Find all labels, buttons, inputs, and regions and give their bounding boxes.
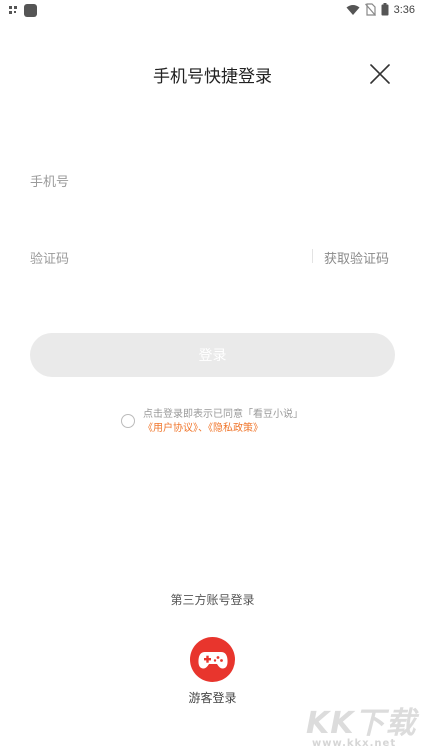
agreement-checkbox[interactable]	[121, 414, 135, 428]
agreement-separator: 、	[198, 423, 208, 434]
app-icon	[24, 4, 37, 17]
status-right: 3:36	[346, 3, 415, 16]
status-left	[9, 4, 37, 17]
battery-icon	[381, 3, 389, 16]
agreement-links: 《用户协议》、《隐私政策》	[143, 422, 263, 436]
close-icon	[370, 64, 390, 84]
wifi-icon	[346, 4, 360, 15]
gamepad-icon	[197, 651, 228, 669]
login-button[interactable]: 登录	[30, 333, 395, 377]
page-title: 手机号快捷登录	[153, 67, 272, 87]
watermark-url: www.kkx.net	[312, 738, 397, 749]
guest-login-button[interactable]	[190, 637, 235, 682]
status-time: 3:36	[393, 3, 415, 16]
phone-input[interactable]: 手机号	[30, 171, 395, 190]
user-agreement-link[interactable]: 《用户协议》	[143, 423, 198, 434]
watermark-big-text: KK下载	[306, 706, 417, 741]
get-code-button[interactable]: 获取验证码	[324, 248, 389, 267]
status-bar: 3:36	[0, 0, 425, 22]
agreement-text: 点击登录即表示已同意「看豆小说」	[143, 409, 303, 420]
privacy-policy-link[interactable]: 《隐私政策》	[208, 423, 263, 434]
code-divider	[312, 249, 313, 263]
qr-icon	[9, 6, 18, 15]
close-button[interactable]	[368, 62, 392, 86]
code-placeholder: 验证码	[30, 252, 70, 267]
third-party-title: 第三方账号登录	[170, 593, 255, 607]
no-sim-icon	[364, 3, 376, 16]
phone-placeholder: 手机号	[30, 175, 70, 190]
watermark-logo: KK下载 www.kkx.net	[306, 698, 418, 754]
